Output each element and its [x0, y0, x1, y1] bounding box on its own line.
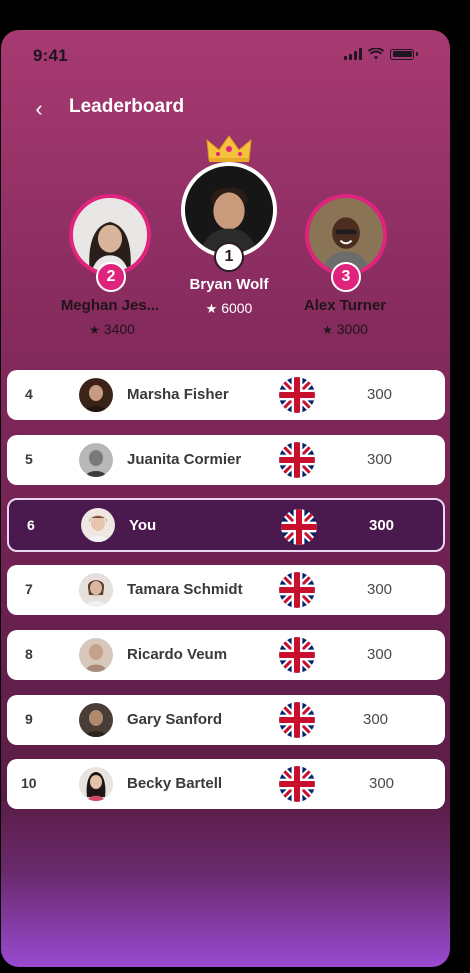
page-title: Leaderboard [69, 96, 185, 117]
uk-flag-icon [281, 509, 317, 545]
row-name: Becky Bartell [127, 775, 223, 792]
avatar-image [73, 198, 147, 272]
app-screen: 9:41 ‹ Leaderboard 2 Meghan Jes... ★ 340… [1, 30, 450, 967]
avatar [79, 573, 113, 607]
list-item[interactable]: 5 Juanita Cormier 300 [7, 435, 445, 485]
avatar [79, 378, 113, 412]
row-name: Ricardo Veum [127, 646, 228, 663]
row-score: 300 [367, 581, 393, 598]
battery-icon [390, 48, 414, 60]
star-icon: ★ [205, 301, 218, 316]
avatar [79, 638, 113, 672]
uk-flag-icon [279, 702, 315, 738]
star-icon: ★ [89, 323, 100, 337]
avatar-image [185, 166, 273, 254]
cellular-signal-icon [344, 48, 362, 60]
list-item[interactable]: 9 Gary Sanford 300 [7, 695, 445, 745]
list-item[interactable]: 10 Becky Bartell 300 [7, 759, 445, 809]
status-icons [344, 48, 418, 60]
avatar [79, 703, 113, 737]
podium-score-first-value: 6000 [221, 300, 253, 316]
uk-flag-icon [279, 637, 315, 673]
avatar-image [309, 198, 383, 272]
row-rank: 6 [27, 517, 35, 533]
rank-badge-third: 3 [331, 262, 361, 292]
status-bar: 9:41 [1, 30, 450, 78]
row-score: 300 [363, 711, 389, 728]
row-name: Tamara Schmidt [127, 581, 243, 598]
crown-icon [206, 135, 252, 162]
row-rank: 9 [25, 711, 33, 727]
row-rank: 7 [25, 581, 33, 597]
list-item[interactable]: 8 Ricardo Veum 300 [7, 630, 445, 680]
podium-score-second: ★ 3400 [57, 321, 167, 337]
row-rank: 8 [25, 646, 33, 662]
row-score: 300 [369, 517, 395, 534]
battery-tip [416, 52, 418, 56]
podium-name-third: Alex Turner [303, 297, 387, 314]
row-name: Marsha Fisher [127, 386, 229, 403]
row-score: 300 [367, 646, 393, 663]
row-rank: 5 [25, 451, 33, 467]
podium-score-third: ★ 3000 [293, 321, 397, 337]
uk-flag-icon [279, 377, 315, 413]
row-name: You [129, 517, 157, 534]
podium-score-third-value: 3000 [336, 321, 368, 337]
list-item-current-user[interactable]: 6 You 300 [7, 498, 445, 552]
row-name: Gary Sanford [127, 711, 223, 728]
podium-name-second: Meghan Jes... [60, 297, 160, 314]
rank-badge-second: 2 [96, 262, 126, 292]
podium-score-first: ★ 6000 [181, 300, 277, 317]
avatar [79, 767, 113, 801]
podium-score-second-value: 3400 [103, 321, 135, 337]
row-score: 300 [369, 775, 395, 792]
list-item[interactable]: 7 Tamara Schmidt 300 [7, 565, 445, 615]
status-time: 9:41 [33, 46, 68, 65]
uk-flag-icon [279, 572, 315, 608]
header: ‹ Leaderboard [1, 90, 450, 130]
row-rank: 10 [21, 775, 37, 791]
row-score: 300 [367, 386, 393, 403]
row-score: 300 [367, 451, 393, 468]
avatar [81, 508, 115, 542]
uk-flag-icon [279, 766, 315, 802]
row-rank: 4 [25, 386, 33, 402]
avatar [79, 443, 113, 477]
wifi-icon [368, 48, 384, 60]
row-name: Juanita Cormier [127, 451, 242, 468]
list-item[interactable]: 4 Marsha Fisher 300 [7, 370, 445, 420]
chevron-left-icon[interactable]: ‹ [27, 94, 51, 124]
uk-flag-icon [279, 442, 315, 478]
star-icon: ★ [322, 323, 333, 337]
podium-name-first: Bryan Wolf [189, 276, 269, 293]
rank-badge-first: 1 [214, 242, 244, 272]
